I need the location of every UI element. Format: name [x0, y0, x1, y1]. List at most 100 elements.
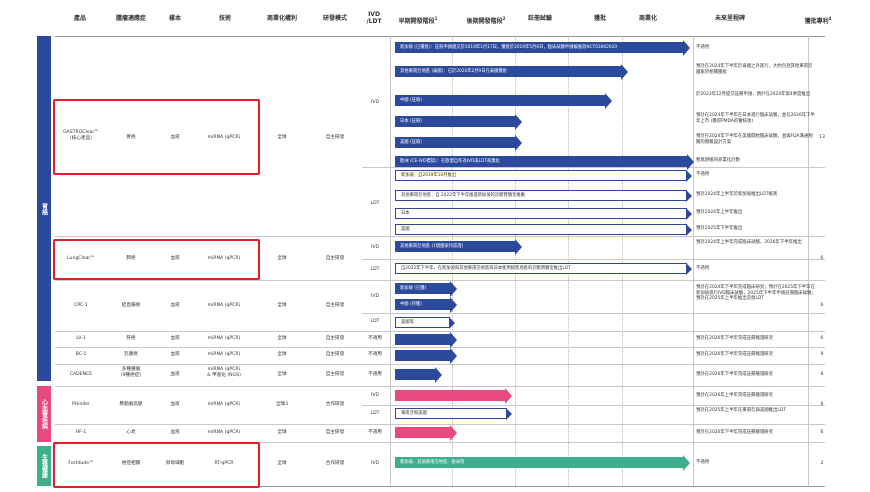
row-hf1-ivd: 不適用	[368, 430, 382, 435]
milestone-lv1: 預計在2026年下半年完成註冊驗證研究	[696, 336, 774, 341]
row-phinder-sample: 血液	[170, 402, 180, 407]
bar-bc1	[395, 347, 457, 364]
row-cadence-indication: 多種腫瘤 (9種癌症)	[120, 367, 142, 378]
row-divider	[55, 424, 825, 425]
ivd-ldt-divider	[362, 405, 825, 406]
row-phinder-ivd: IVD	[370, 393, 380, 398]
row-lungclear-patents: 6	[820, 256, 824, 261]
row-bc1-product: BC-1	[75, 352, 87, 357]
sidebar-reproductive-label: 生殖健康	[40, 454, 48, 478]
milestone-lung-2: 不適用	[696, 266, 710, 271]
row-gastroclear-ivd: IVD	[370, 100, 380, 105]
header-rights: 商業化權利	[266, 15, 297, 22]
milestone-gastro-10: 預計2025年下半年推出	[696, 226, 743, 231]
header-early-label: 早期開發階段	[398, 18, 435, 25]
row-lv1-ivd: 不適用	[368, 336, 382, 341]
header-approval: 獲批	[593, 15, 606, 22]
row-bc1-sample: 血液	[170, 352, 180, 357]
header-patents-sup: 4	[828, 16, 832, 21]
row-cadence-rights: 全球	[277, 372, 287, 377]
milestone-gastro-5: 預計在2024年下半年在美國開始臨床試驗，並與FDA溝通相關的實驗設計方案	[696, 134, 813, 145]
header-reg: 註冊試驗	[527, 15, 552, 22]
row-gastroclear-model: 自主研發	[325, 135, 345, 140]
row-divider	[55, 386, 825, 387]
row-divider	[55, 347, 825, 348]
sidebar-oncology-label: 胃癌	[40, 202, 48, 215]
milestone-gastro-6: 暫無明確的商業化計劃	[696, 158, 740, 163]
bar-fortitude: 新加坡、其他東南亞地區、歐洲等	[395, 454, 690, 471]
bar-lung-ldt: 自2022年下半年，在新加坡與其他東南亞地區與日本使用銷售地區的診斷實驗室推出L…	[395, 262, 692, 275]
stage-divider	[808, 36, 809, 486]
row-divider	[55, 236, 825, 237]
header-sample: 樣本	[168, 15, 181, 22]
milestone-phinder-2: 預計在2025年上半年在東南亞與美國推出LDT	[696, 408, 786, 413]
row-bc1-indication: 乳腺癌	[124, 352, 138, 357]
bar-gastro-eu: 歐洲 (CE-IVD標誌)：在歐盟自作為IVD或LDT商業化	[395, 153, 694, 170]
header-product: 產品	[73, 15, 86, 22]
row-crc1-patents: 6	[820, 303, 824, 308]
bar-gastro-japan: 日本 (註冊)	[395, 113, 522, 130]
row-phinder-model: 合作研發	[325, 402, 345, 407]
bar-gastro-china: 中國 (註冊)	[395, 92, 612, 109]
row-gastroclear-rights: 全球	[277, 135, 287, 140]
row-phinder-tech: miRNA (qPCR)	[207, 402, 241, 407]
sidebar-cardio: 心血管疾病	[37, 386, 51, 442]
milestone-fortitude: 不適用	[696, 460, 710, 465]
row-divider	[55, 364, 825, 365]
milestone-gastro-2: 預計在2024年下半年於泰國之外進行，大約包括其他東南亞國家的相關獲批	[696, 64, 813, 75]
row-crc1-indication: 結直腸癌	[121, 303, 141, 308]
ivd-ldt-divider	[362, 259, 825, 260]
row-bc1-tech: miRNA (qPCR)	[207, 352, 241, 357]
header-milestone: 未來里程碑	[714, 15, 745, 22]
header-patents: 獲批專利4	[798, 15, 838, 25]
row-phinder-ldt: LDT	[370, 411, 380, 416]
milestone-gastro-1: 不適用	[696, 45, 710, 50]
row-fortitude-ivd: IVD	[370, 461, 380, 466]
row-crc1-ldt: LDT	[370, 319, 380, 324]
bar-gastro-thailand: 其他東南亞地區 (泰國)：已於2020年2月9日在泰國獲批	[395, 63, 628, 80]
sidebar-cardio-label: 心血管疾病	[40, 399, 48, 429]
row-divider	[55, 280, 825, 281]
highlight-fortitude	[53, 442, 260, 488]
row-cadence-sample: 血液	[170, 372, 180, 377]
row-cadence-tech: miRNA (qPCR) & 甲基化 (NGS)	[207, 367, 241, 378]
header-model: 研發模式	[322, 15, 347, 22]
bar-crc-ldt: 美國等	[395, 316, 455, 329]
row-bc1-ivd: 不適用	[368, 352, 382, 357]
bar-lung-ivd: 其他東南亞地區 (1個國家待認證)	[395, 238, 522, 255]
row-cadence-ivd: 不適用	[368, 372, 382, 377]
row-lungclear-rights: 全球	[277, 256, 287, 261]
milestone-gastro-3: 於2023年12月提交註冊申請，預計在2024年第4季度推出	[696, 92, 811, 97]
header-ivd: IVD /LDT	[366, 11, 382, 25]
row-crc1-product: CRC-1	[74, 303, 88, 308]
bar-cadence	[395, 366, 442, 383]
row-phinder-rights: 全球3	[275, 402, 289, 407]
sidebar-reproductive: 生殖健康	[37, 446, 51, 486]
bar-phinder-ldt: 東南亞和美國	[395, 407, 512, 420]
highlight-lungclear	[53, 239, 260, 280]
milestone-gastro-9: 預計2024年上半年推出	[696, 210, 743, 215]
row-crc1-tech: miRNA (qPCR)	[207, 303, 241, 308]
row-hf1-indication: 心衰	[126, 430, 136, 435]
highlight-gastroclear	[53, 99, 260, 175]
milestone-cadence: 預計在2026年下半年完成註冊驗證研究	[696, 372, 774, 377]
header-patents-label: 獲批專利	[804, 18, 829, 25]
bar-phinder-ivd	[395, 387, 512, 404]
row-hf1-sample: 血液	[170, 430, 180, 435]
row-hf1-product: HF-1	[75, 430, 87, 435]
row-lv1-tech: miRNA (qPCR)	[207, 336, 241, 341]
milestone-gastro-4: 預計在2024年下半年在日本進行臨床試驗，並在2026年下半年上市 (獲得PMD…	[696, 113, 815, 124]
bar-gastro-us: 美國 (註冊)	[395, 134, 522, 151]
milestone-lung-1: 預計2024年上半年完成臨床試驗，2026年下半年推出	[696, 240, 802, 245]
row-hf1-tech: miRNA (qPCR)	[207, 430, 241, 435]
milestone-phinder-1: 預計在2026年上半年完成註冊驗證研究	[696, 393, 774, 398]
bar-gastro-ldt-us: 美國	[395, 223, 692, 236]
bar-gastro-singapore: 新加坡 (已獲批)：註冊申請遞交於2019年1月17日，獲批於2019年5月6日…	[395, 39, 690, 56]
row-lv1-model: 自主研發	[325, 336, 345, 341]
header-early-sup: 1	[434, 16, 438, 21]
row-hf1-model: 自主研發	[325, 430, 345, 435]
bar-hf1	[395, 424, 457, 441]
bar-gastro-ldt-sea: 其他東南亞地區：自 2022年下半年推進新加坡的診斷實驗室推動	[395, 189, 692, 202]
row-fortitude-rights: 全球	[277, 461, 287, 466]
row-hf1-rights: 全球	[277, 430, 287, 435]
